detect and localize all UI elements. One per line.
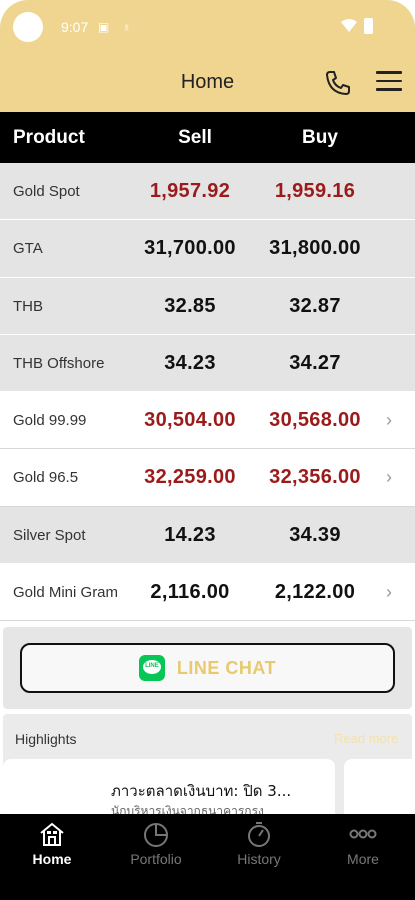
product-name: Silver Spot <box>13 526 86 544</box>
buy-price: 34.39 <box>289 523 341 546</box>
line-chat-button[interactable]: LINE CHAT <box>20 643 395 693</box>
pie-chart-icon <box>144 823 168 847</box>
timer-icon <box>248 822 270 847</box>
sell-price: 32.85 <box>164 294 216 317</box>
sell-price: 34.23 <box>164 351 216 374</box>
price-row-gold-mini-gram[interactable]: Gold Mini Gram 2,116.00 2,122.00 › <box>0 564 415 622</box>
menu-button[interactable] <box>376 71 402 93</box>
sell-price: 31,700.00 <box>144 237 236 260</box>
status-time: 9:07 <box>61 19 89 35</box>
read-more-link[interactable]: Read more <box>334 731 398 746</box>
price-row-thb: THB 32.85 32.87 <box>0 277 415 335</box>
nav-label: Portfolio <box>130 851 182 867</box>
product-name: Gold 99.99 <box>13 412 87 430</box>
price-row-gold-9999[interactable]: Gold 99.99 30,504.00 30,568.00 › <box>0 392 415 450</box>
nav-label: More <box>347 851 379 867</box>
nav-label: Home <box>32 851 72 867</box>
app-bar: 9:07 ▣ ♁ Home <box>0 0 415 112</box>
nav-history[interactable]: History <box>207 814 311 900</box>
highlight-headline: ภาวะตลาดเงินบาท: ปิด 3... <box>111 782 292 800</box>
chevron-right-icon: › <box>386 410 392 431</box>
status-avatar-icon <box>13 12 43 42</box>
highlight-subtitle: นักบริหารเงินจากธนาคารกรุง <box>111 804 264 814</box>
hamburger-icon-line <box>376 79 402 82</box>
nav-more[interactable]: More <box>311 814 415 900</box>
price-row-gta: GTA 31,700.00 31,800.00 <box>0 220 415 278</box>
product-name: Gold 96.5 <box>13 469 79 487</box>
price-row-gold-spot: Gold Spot 1,957.92 1,959.16 <box>0 163 415 221</box>
price-table: Gold Spot 1,957.92 1,959.16 GTA 31,700.0… <box>0 163 415 622</box>
sell-price: 14.23 <box>164 523 216 546</box>
phone-icon <box>326 71 350 95</box>
price-row-silver-spot: Silver Spot 14.23 34.39 <box>0 506 415 565</box>
more-dots-icon <box>349 829 377 839</box>
line-logo-icon <box>138 655 165 681</box>
price-row-thb-offshore: THB Offshore 34.23 34.27 <box>0 334 415 393</box>
product-name: THB <box>13 297 43 315</box>
product-name: THB Offshore <box>13 354 105 372</box>
product-name: Gold Spot <box>13 183 80 200</box>
bottom-navigation: Home Portfolio History More <box>0 814 415 900</box>
product-name: Gold Mini Gram <box>13 584 119 602</box>
buy-price: 30,568.00 <box>269 409 361 432</box>
home-icon <box>40 822 64 846</box>
notification-icon: ▣ <box>98 20 110 34</box>
chevron-right-icon: › <box>386 582 392 603</box>
nav-portfolio[interactable]: Portfolio <box>104 814 208 900</box>
sell-price: 30,504.00 <box>144 409 236 432</box>
price-table-header: Product Sell Buy <box>0 112 415 163</box>
highlights-section: Highlights Read more ภาวะตลาดเงินบาท: ปิ… <box>3 714 412 814</box>
buy-price: 34.27 <box>289 351 341 374</box>
product-name: GTA <box>13 240 43 258</box>
highlight-card[interactable]: ภาวะตลาดเงินบาท: ปิด 3... นักบริหารเงินจ… <box>3 759 335 814</box>
buy-price: 32,356.00 <box>269 466 361 489</box>
highlights-title: Highlights <box>15 731 77 747</box>
buy-price: 31,800.00 <box>269 237 361 260</box>
sell-price: 1,957.92 <box>149 180 231 202</box>
price-row-gold-965[interactable]: Gold 96.5 32,259.00 32,356.00 › <box>0 449 415 507</box>
sell-price: 32,259.00 <box>144 466 236 489</box>
hamburger-icon-line <box>376 71 402 74</box>
line-chat-label: LINE CHAT <box>176 657 277 678</box>
buy-price: 32.87 <box>289 294 341 317</box>
sell-price: 2,116.00 <box>150 581 230 604</box>
column-header-buy: Buy <box>302 127 338 148</box>
sync-icon: ♁ <box>122 20 131 34</box>
buy-price: 2,122.00 <box>274 581 356 604</box>
chevron-right-icon: › <box>386 467 392 488</box>
highlight-card[interactable] <box>344 759 412 814</box>
column-header-sell: Sell <box>178 127 212 148</box>
nav-home[interactable]: Home <box>0 814 104 900</box>
battery-icon <box>364 18 373 34</box>
line-chat-section: LINE CHAT <box>3 627 412 709</box>
phone-button[interactable] <box>323 68 353 98</box>
wifi-icon <box>341 19 357 32</box>
column-header-product: Product <box>13 127 85 148</box>
nav-label: History <box>237 851 281 867</box>
hamburger-icon-line <box>376 88 402 91</box>
buy-price: 1,959.16 <box>274 180 356 202</box>
status-bar: 9:07 ▣ ♁ <box>0 0 415 56</box>
